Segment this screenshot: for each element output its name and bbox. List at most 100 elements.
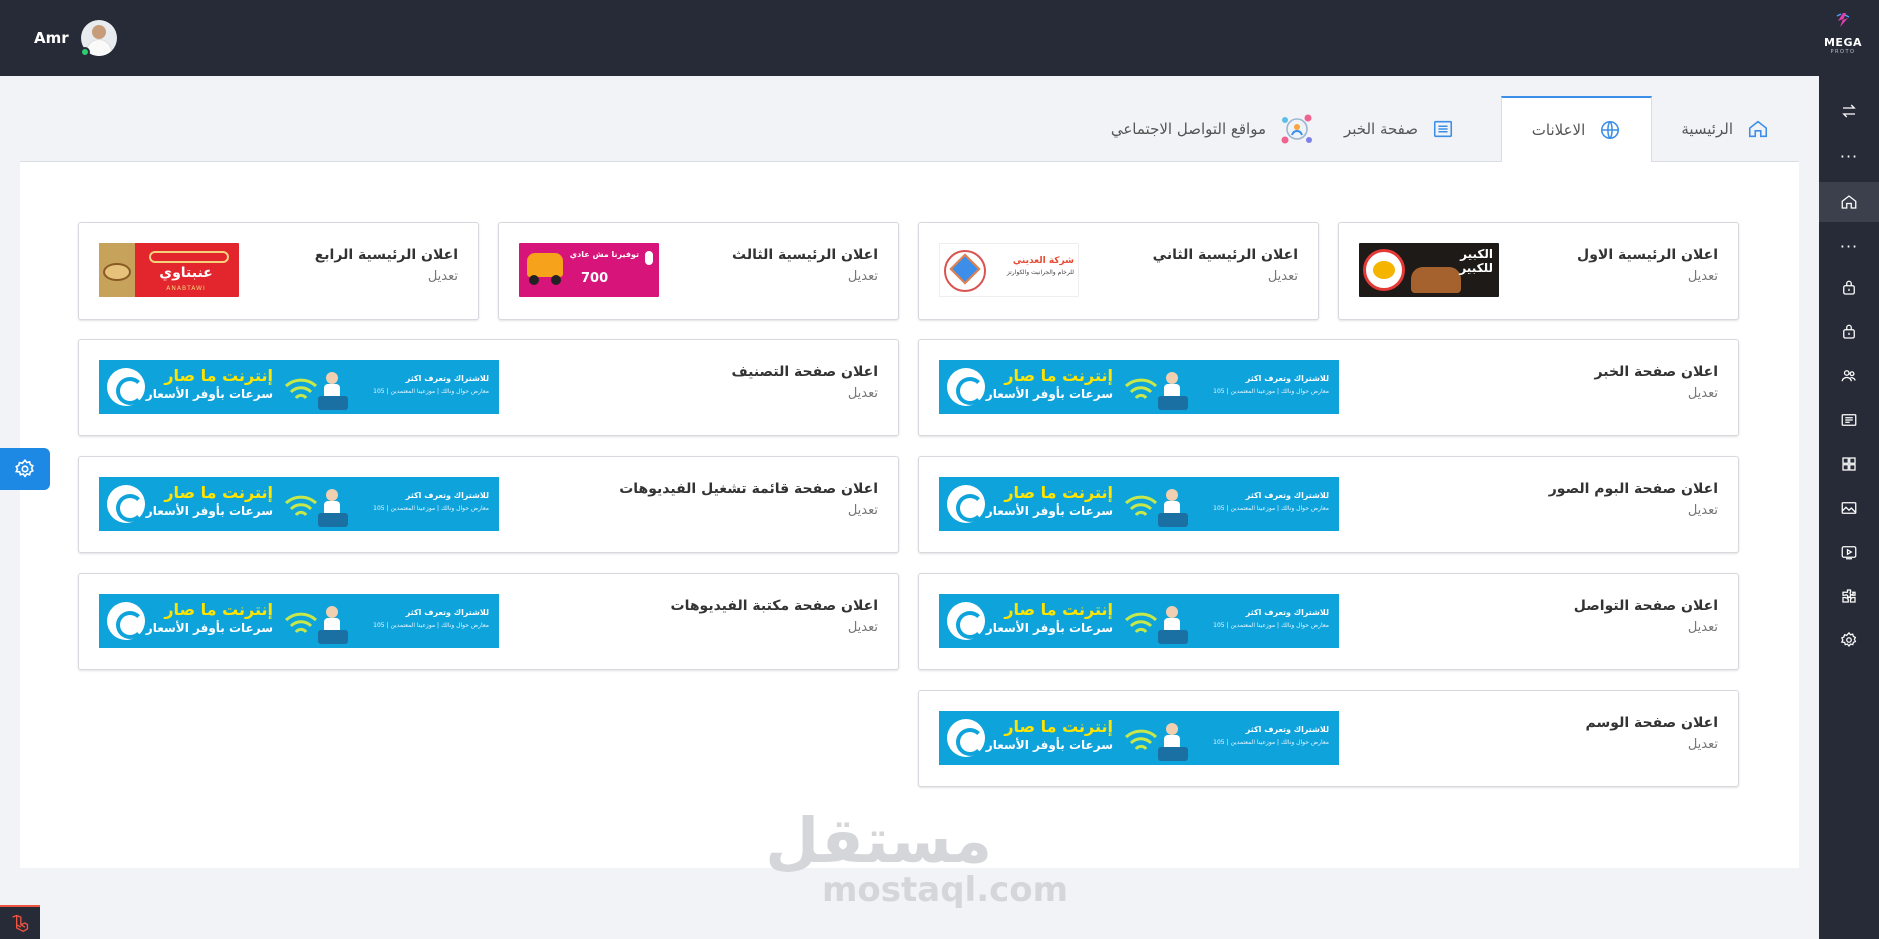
banner-subline: سرعات بأوفر الأسعار (145, 387, 273, 401)
logo-mark-icon (1836, 13, 1850, 27)
tab-ads[interactable]: الاعلانات (1501, 96, 1652, 163)
banner-side-text: معارض حوال ونالك | موزعينا المعتمدين | 1… (1213, 622, 1329, 629)
ad-card-title: اعلان الرئيسية الرابع (314, 247, 458, 263)
sidebar-item-settings[interactable] (1819, 620, 1879, 660)
ad-card-video-playlist[interactable]: اعلان صفحة قائمة تشغيل الفيديوهات تعديل … (78, 456, 899, 553)
ad-thumbnail-text: شركة العديني (1012, 256, 1074, 266)
puzzle-icon (1842, 589, 1856, 603)
edit-link[interactable]: تعديل (1574, 620, 1718, 635)
edit-link[interactable]: تعديل (1577, 269, 1718, 284)
banner-side-text: معارض حوال ونالك | موزعينا المعتمدين | 1… (373, 505, 489, 512)
ad-thumbnail-marble[interactable]: شركة العديني للرخام والجرانيت والكوارتز (939, 243, 1079, 297)
ad-card-contact-page[interactable]: اعلان صفحة التواصل تعديل إنترنت ما صار سر… (918, 573, 1739, 670)
ad-card-photo-album[interactable]: اعلان صفحة البوم الصور تعديل إنترنت ما ص… (918, 456, 1739, 553)
ad-banner[interactable]: إنترنت ما صار سرعات بأوفر الأسعار للاشترا… (939, 711, 1339, 765)
sidebar-item-news[interactable] (1819, 400, 1879, 440)
edit-link[interactable]: تعديل (671, 620, 878, 635)
ad-card-home-2[interactable]: اعلان الرئيسية الثاني تعديل شركة العديني… (918, 222, 1319, 320)
sidebar-toggle[interactable] (1819, 91, 1879, 131)
banner-headline: إنترنت ما صار (164, 483, 273, 502)
ad-banner[interactable]: إنترنت ما صار سرعات بأوفر الأسعار للاشترا… (99, 477, 499, 531)
tab-news-page-label: صفحة الخبر (1343, 120, 1418, 138)
logo-text: MEGA (1823, 36, 1862, 49)
ad-banner[interactable]: إنترنت ما صار سرعات بأوفر الأسعار للاشترا… (99, 594, 499, 648)
edit-link[interactable]: تعديل (731, 386, 878, 401)
ad-card-title: اعلان صفحة الخبر (1594, 364, 1718, 380)
tab-news-page[interactable]: صفحة الخبر (1344, 96, 1454, 162)
main-content: الرئيسية الاعلانات صفحة الخبر مواقع التو… (20, 76, 1799, 868)
sidebar-item-videos[interactable] (1819, 532, 1879, 572)
ad-banner[interactable]: إنترنت ما صار سرعات بأوفر الأسعار للاشترا… (99, 360, 499, 414)
ad-banner[interactable]: إنترنت ما صار سرعات بأوفر الأسعار للاشترا… (939, 477, 1339, 531)
ad-card-category-page[interactable]: اعلان صفحة التصنيف تعديل إنترنت ما صار سر… (78, 339, 899, 436)
banner-subline: سرعات بأوفر الأسعار (985, 387, 1113, 401)
ad-card-news-page[interactable]: اعلان صفحة الخبر تعديل إنترنت ما صار سرعا… (918, 339, 1739, 436)
banner-headline: إنترنت ما صار (1004, 366, 1113, 385)
image-icon (1841, 502, 1857, 514)
top-bar: Amr MEGA PROTO (0, 0, 1879, 76)
tab-social-media[interactable]: مواقع التواصل الاجتماعي (1111, 96, 1314, 162)
logo-subtext: PROTO (1830, 49, 1856, 55)
sidebar-item-users[interactable] (1819, 356, 1879, 396)
sidebar-more[interactable]: ··· (1819, 136, 1879, 176)
tab-social-media-label: مواقع التواصل الاجتماعي (1110, 120, 1266, 138)
ad-card-video-library[interactable]: اعلان صفحة مكتبة الفيديوهات تعديل إنترنت… (78, 573, 899, 670)
banner-side-text: معارض حوال ونالك | موزعينا المعتمدين | 1… (1213, 739, 1329, 746)
user-menu[interactable]: Amr (34, 20, 117, 57)
edit-link[interactable]: تعديل (1586, 737, 1718, 752)
watermark-arabic: مستقل (765, 804, 992, 877)
ad-card-tag-page[interactable]: اعلان صفحة الوسم تعديل إنترنت ما صار سرعا… (918, 690, 1739, 787)
sidebar-item-bag-2[interactable] (1819, 312, 1879, 352)
ad-card-home-3[interactable]: اعلان الرئيسية الثالث تعديل توفيرنا مش ع… (498, 222, 899, 320)
banner-side-text: معارض حوال ونالك | موزعينا المعتمدين | 1… (1213, 388, 1329, 395)
sidebar-more-2[interactable]: ··· (1819, 226, 1879, 266)
swap-arrows-icon (1842, 104, 1856, 118)
edit-link[interactable]: تعديل (1153, 269, 1298, 284)
ad-banner[interactable]: إنترنت ما صار سرعات بأوفر الأسعار للاشترا… (939, 360, 1339, 414)
edit-link[interactable]: تعديل (1549, 503, 1718, 518)
home-icon (1748, 120, 1768, 138)
banner-headline: إنترنت ما صار (164, 366, 273, 385)
ad-card-title: اعلان صفحة قائمة تشغيل الفيديوهات (619, 481, 878, 497)
sidebar-item-home[interactable] (1819, 182, 1879, 222)
brand-logo[interactable]: MEGA PROTO (1823, 12, 1863, 62)
edit-link[interactable]: تعديل (619, 503, 878, 518)
edit-link[interactable]: تعديل (732, 269, 878, 284)
ad-thumbnail-burger[interactable]: الكبير للكبير (1359, 243, 1499, 297)
lock-bag-icon (1843, 280, 1855, 295)
sidebar-item-categories[interactable] (1819, 444, 1879, 484)
user-name: Amr (34, 29, 69, 47)
ad-card-title: اعلان صفحة البوم الصور (1548, 481, 1718, 497)
ad-card-home-4[interactable]: اعلان الرئيسية الرابع تعديل عنبتاوي ANAB… (78, 222, 479, 320)
ad-banner[interactable]: إنترنت ما صار سرعات بأوفر الأسعار للاشترا… (939, 594, 1339, 648)
ad-thumbnail-tuktuk[interactable]: توفيرنا مش عادي 700 (519, 243, 659, 297)
banner-headline: إنترنت ما صار (1004, 717, 1113, 736)
sidebar-item-gallery[interactable] (1819, 488, 1879, 528)
home-icon (1841, 195, 1857, 209)
ad-card-title: اعلان الرئيسية الاول (1577, 247, 1718, 263)
banner-side-title: للاشتراك وتعرف اكثر (405, 608, 489, 617)
wifi-person-icon (284, 606, 348, 644)
edit-link[interactable]: تعديل (315, 269, 458, 284)
isp-logo-icon (947, 602, 985, 640)
customizer-toggle-button[interactable] (0, 448, 50, 490)
sidebar-item-plugins[interactable] (1819, 576, 1879, 616)
avatar[interactable] (79, 20, 117, 57)
ads-panel: اعلان الرئيسية الاول تعديل الكبير للكبير… (20, 162, 1799, 868)
sidebar-item-bag-1[interactable] (1819, 268, 1879, 308)
isp-logo-icon (947, 485, 985, 523)
grid-icon (1842, 457, 1856, 471)
ad-thumbnail-anabtawi[interactable]: عنبتاوي ANABTAWI (99, 243, 239, 297)
more-dots-icon: ··· (1839, 236, 1859, 256)
watermark: مستقل mostaql.com (765, 804, 1068, 911)
edit-link[interactable]: تعديل (1595, 386, 1718, 401)
video-icon (1841, 546, 1857, 560)
banner-subline: سرعات بأوفر الأسعار (145, 504, 273, 518)
ad-card-title: اعلان صفحة التواصل (1573, 598, 1718, 614)
debugbar-toggle[interactable] (0, 905, 40, 939)
online-status-dot (79, 47, 90, 57)
ad-card-home-1[interactable]: اعلان الرئيسية الاول تعديل الكبير للكبير (1338, 222, 1739, 320)
banner-side-title: للاشتراك وتعرف اكثر (1245, 374, 1329, 383)
banner-subline: سرعات بأوفر الأسعار (985, 621, 1113, 635)
tab-home[interactable]: الرئيسية (1681, 96, 1769, 162)
